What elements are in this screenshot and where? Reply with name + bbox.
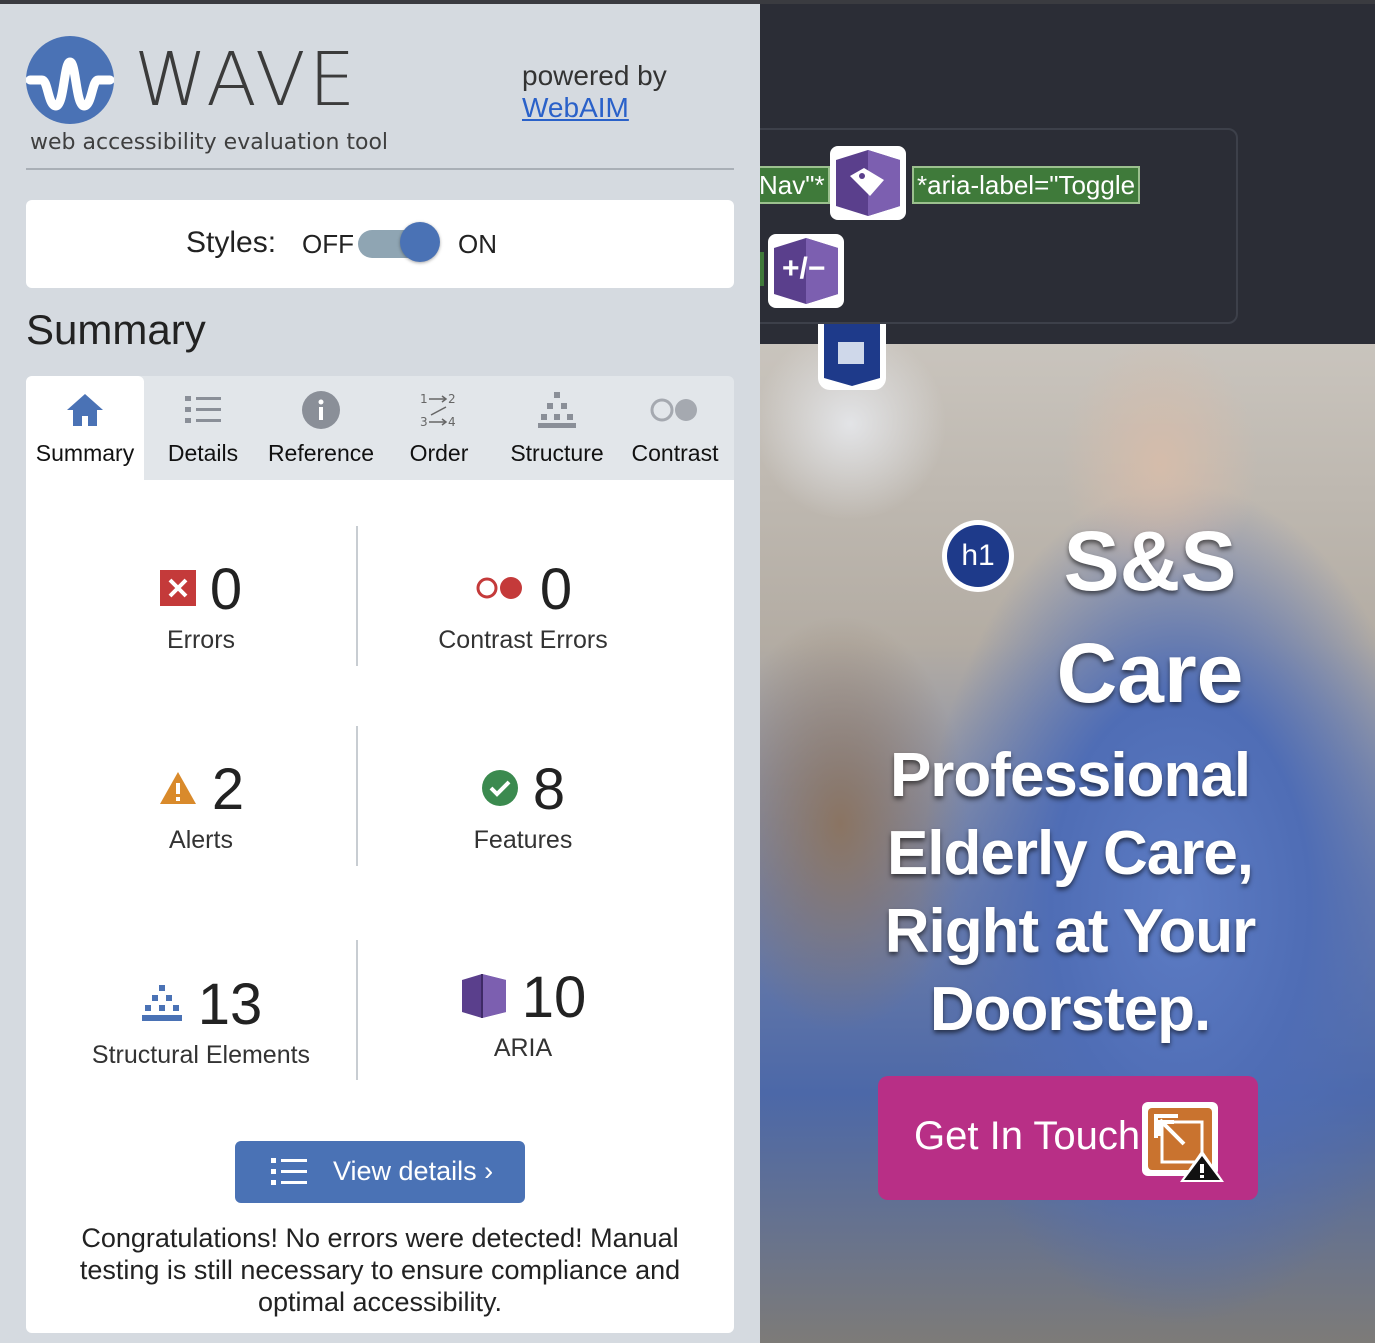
tab-label: Order — [409, 440, 469, 466]
structural-count: 13 — [197, 972, 263, 1037]
feature-icon — [481, 769, 519, 812]
aria-count: 10 — [521, 965, 587, 1030]
aria-icon — [460, 972, 508, 1025]
view-details-button[interactable]: View details › — [235, 1141, 525, 1203]
site-navbar: Nav"* *aria-label="Toggle +/− — [760, 0, 1375, 390]
alert-icon — [158, 770, 198, 811]
tab-label: Details — [167, 440, 239, 466]
hero-heading: S&S Care — [1056, 514, 1244, 720]
contrast-icon — [616, 390, 734, 430]
errors-count: 0 — [209, 557, 243, 622]
toggle-knob — [400, 222, 440, 262]
features-label: Features — [473, 826, 573, 854]
features-count: 8 — [532, 757, 566, 822]
aria-label-tag: Nav"* — [760, 166, 830, 204]
summary-heading: Summary — [26, 306, 206, 353]
features-stat: 8 Features — [358, 760, 688, 855]
styles-label: Styles: — [186, 226, 277, 259]
webaim-link[interactable]: WebAIM — [522, 92, 629, 124]
styles-toggle-switch[interactable] — [358, 222, 440, 262]
tab-label: Reference — [267, 440, 375, 466]
partial-aria-badge-icon — [818, 324, 886, 390]
svg-text:1: 1 — [420, 392, 428, 406]
aria-label-toggle-tag: *aria-label="Toggle — [912, 166, 1141, 204]
styles-off-label: OFF — [302, 229, 354, 259]
styles-toggle-panel: Styles: OFF ON — [26, 200, 734, 288]
tab-summary[interactable]: Summary — [26, 376, 144, 480]
alerts-label: Alerts — [169, 826, 233, 854]
summary-panel: 0 Errors 0 Contrast Errors 2 Alerts 8 Fe… — [26, 480, 734, 1333]
list-icon — [144, 390, 262, 430]
get-in-touch-button[interactable]: Get In Touch — [878, 1076, 1258, 1200]
contrast-errors-count: 0 — [539, 557, 573, 622]
structure-icon — [140, 983, 184, 1028]
tab-reference[interactable]: Reference — [262, 376, 380, 480]
wave-logo-icon — [26, 36, 114, 124]
svg-text:2: 2 — [448, 392, 456, 406]
info-icon — [262, 390, 380, 430]
aria-toggle-badge-label: +/− — [782, 252, 826, 285]
redundant-link-alert-icon[interactable] — [1140, 1100, 1226, 1189]
styles-on-label: ON — [458, 229, 497, 259]
tab-details[interactable]: Details — [144, 376, 262, 480]
wave-subtitle: web accessibility evaluation tool — [30, 130, 389, 155]
cta-label: Get In Touch — [914, 1114, 1141, 1158]
errors-stat: 0 Errors — [36, 560, 366, 655]
svg-text:3: 3 — [420, 415, 428, 429]
hero-subheading: Professional Elderly Care, Right at Your… — [884, 741, 1256, 1044]
congrats-message: Congratulations! No errors were detected… — [79, 1223, 681, 1317]
alerts-stat: 2 Alerts — [36, 760, 366, 855]
error-icon — [159, 569, 196, 611]
structural-stat: 13 Structural Elements — [36, 975, 366, 1070]
alerts-count: 2 — [211, 757, 245, 822]
tab-label: Structure — [510, 440, 604, 466]
contrast-errors-stat: 0 Contrast Errors — [358, 560, 688, 655]
green-tag-fragment — [760, 252, 764, 286]
tab-bar: Summary Details Reference 1 2 3 4 Order … — [26, 376, 734, 480]
svg-text:4: 4 — [448, 415, 456, 429]
tab-order[interactable]: 1 2 3 4 Order — [380, 376, 498, 480]
errors-label: Errors — [166, 626, 236, 654]
wave-title: WAVE — [134, 37, 359, 123]
window-top-border — [0, 0, 1375, 4]
aria-stat: 10 ARIA — [358, 968, 688, 1063]
wave-sidebar: WAVE web accessibility evaluation tool p… — [0, 0, 760, 1343]
contrast-errors-label: Contrast Errors — [438, 626, 608, 654]
powered-by-text: powered by — [522, 60, 667, 91]
tab-contrast[interactable]: Contrast — [616, 376, 734, 480]
tab-label: Summary — [35, 440, 135, 466]
list-icon — [269, 1156, 309, 1193]
order-icon: 1 2 3 4 — [380, 390, 498, 430]
home-icon — [26, 390, 144, 430]
view-details-label: View details › — [333, 1156, 494, 1186]
tab-label: Contrast — [631, 440, 719, 466]
contrast-error-icon — [474, 574, 526, 607]
structural-label: Structural Elements — [91, 1041, 311, 1069]
aria-label: ARIA — [493, 1034, 553, 1062]
aria-label-badge-icon[interactable] — [830, 146, 906, 220]
header-divider — [26, 168, 734, 170]
tab-structure[interactable]: Structure — [498, 376, 616, 480]
structure-icon — [498, 390, 616, 430]
aria-toggle-badge[interactable]: +/− — [768, 234, 844, 308]
